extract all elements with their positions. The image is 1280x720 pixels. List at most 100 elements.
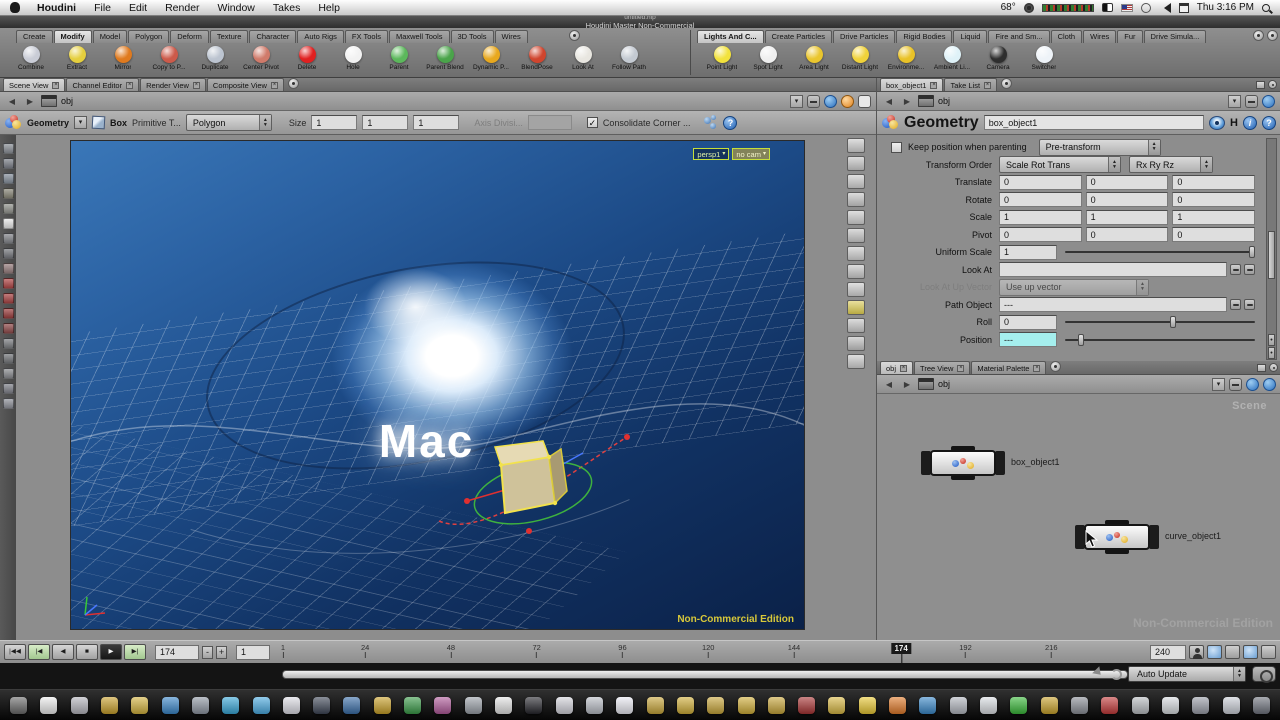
viewport-control-icon[interactable]	[847, 174, 865, 189]
shelf-tab[interactable]: 3D Tools	[451, 30, 494, 43]
shelf-tab[interactable]: Lights And C...	[697, 30, 764, 43]
pane-tab[interactable]: Composite View	[207, 78, 284, 91]
viewport-tool-icon[interactable]	[3, 143, 14, 154]
shelf-tool[interactable]: Duplicate	[192, 44, 238, 71]
dock-app-icon[interactable]	[101, 697, 118, 714]
tab-close-icon[interactable]	[984, 82, 991, 89]
shelf-tool[interactable]: Ambient Li...	[929, 44, 975, 71]
dock-app-icon[interactable]	[343, 697, 360, 714]
dock-app-icon[interactable]	[10, 697, 27, 714]
scroll-down-icon[interactable]	[1268, 334, 1275, 346]
shelf-tool[interactable]: Distant Light	[837, 44, 883, 71]
scrollbar-thumb[interactable]	[1268, 231, 1275, 279]
params-scrollbar[interactable]	[1266, 138, 1277, 360]
scale-y-field[interactable]: 1	[1086, 210, 1169, 225]
keep-position-checkbox[interactable]	[891, 142, 902, 153]
viewport-tool-icon[interactable]	[3, 218, 14, 229]
size-x-field[interactable]: 1	[311, 115, 357, 130]
dock-app-icon[interactable]	[980, 697, 997, 714]
shelf-tool[interactable]: Dynamic P...	[468, 44, 514, 71]
houdini-handle-button[interactable]: H	[1230, 117, 1238, 129]
menu-item[interactable]: Takes	[264, 2, 309, 14]
pane-tab[interactable]: Tree View	[914, 361, 970, 374]
pose-icon[interactable]	[1189, 645, 1204, 659]
path-dropdown-icon[interactable]	[790, 95, 803, 108]
tab-close-icon[interactable]	[957, 365, 964, 372]
dock-app-icon[interactable]	[434, 697, 451, 714]
network-editor-canvas[interactable]: Scene Non-Commercial Edition box_object1	[877, 394, 1280, 640]
pane-tab[interactable]: Scene View	[3, 78, 65, 91]
tab-close-icon[interactable]	[271, 82, 278, 89]
viewport-tool-icon[interactable]	[3, 248, 14, 259]
current-frame-field[interactable]: 174	[155, 645, 199, 660]
input-language-flag-icon[interactable]	[1121, 4, 1133, 12]
scroll-down-icon[interactable]	[1268, 347, 1275, 359]
menu-item[interactable]: File	[85, 2, 120, 14]
playback-button[interactable]: ◀	[52, 644, 74, 660]
viewport-tool-icon[interactable]	[3, 233, 14, 244]
consolidate-checkbox[interactable]	[587, 117, 598, 128]
viewport-control-icon[interactable]	[847, 282, 865, 297]
playback-mode-icon[interactable]	[1207, 645, 1222, 659]
maximize-pane-icon[interactable]	[1256, 81, 1265, 89]
shelf-tool[interactable]: Parent	[376, 44, 422, 71]
viewport-tool-icon[interactable]	[3, 323, 14, 334]
shelf-tool[interactable]: Extract	[54, 44, 100, 71]
size-y-field[interactable]: 1	[362, 115, 408, 130]
linked-icon[interactable]	[1262, 95, 1275, 108]
viewport-tool-icon[interactable]	[3, 278, 14, 289]
shelf-add-tab-button[interactable]	[569, 30, 580, 41]
camera-nocam-chip[interactable]: no cam	[732, 148, 770, 160]
network-node[interactable]: box_object1	[921, 450, 1005, 476]
pane-tab[interactable]: Render View	[140, 78, 206, 91]
realtime-toggle-icon[interactable]	[1243, 645, 1258, 659]
dock-app-icon[interactable]	[1132, 697, 1149, 714]
scale-x-field[interactable]: 1	[999, 210, 1082, 225]
dock-app-icon[interactable]	[283, 697, 300, 714]
path-breadcrumb[interactable]: obj	[61, 96, 73, 106]
range-end-field[interactable]: 240	[1150, 645, 1186, 660]
shelf-tab[interactable]: Modify	[54, 30, 92, 43]
rotate-z-field[interactable]: 0	[1172, 192, 1255, 207]
dock-app-icon[interactable]	[828, 697, 845, 714]
display-options-orange-icon[interactable]	[841, 95, 854, 108]
dock-app-icon[interactable]	[889, 697, 906, 714]
roll-slider[interactable]	[1065, 315, 1255, 329]
nav-forward-icon[interactable]	[23, 95, 37, 108]
rotate-y-field[interactable]: 0	[1086, 192, 1169, 207]
shelf-tab[interactable]: Maxwell Tools	[389, 30, 450, 43]
node-name-field[interactable]: box_object1	[984, 115, 1204, 130]
selected-box-gizmo[interactable]	[431, 403, 641, 553]
dropdown-stepper-icon[interactable]	[1233, 667, 1245, 681]
shelf-tab[interactable]: Texture	[210, 30, 249, 43]
scale-z-field[interactable]: 1	[1172, 210, 1255, 225]
dropdown-stepper-icon[interactable]	[1148, 140, 1160, 155]
dock-app-icon[interactable]	[1010, 697, 1027, 714]
dock-app-icon[interactable]	[71, 697, 88, 714]
shelf-tab[interactable]: Rigid Bodies	[896, 30, 952, 43]
shelf-tab[interactable]: Create	[16, 30, 53, 43]
shelf-tool[interactable]: Look At	[560, 44, 606, 71]
dock-app-icon[interactable]	[919, 697, 936, 714]
dock-app-icon[interactable]	[1071, 697, 1088, 714]
camera-persp-chip[interactable]: persp1	[693, 148, 729, 160]
size-z-field[interactable]: 1	[413, 115, 459, 130]
playback-button[interactable]: ▶	[100, 644, 122, 660]
dropdown-stepper-icon[interactable]	[1108, 157, 1120, 172]
op-select-icon[interactable]	[1244, 299, 1255, 310]
shelf-tab[interactable]: Auto Rigs	[297, 30, 344, 43]
auto-update-select[interactable]: Auto Update	[1128, 666, 1246, 682]
help-icon[interactable]	[1262, 116, 1276, 130]
tab-close-icon[interactable]	[126, 82, 133, 89]
gear-icon[interactable]	[1024, 3, 1034, 13]
shelf-tab[interactable]: Cloth	[1051, 30, 1083, 43]
shelf-tool[interactable]: Point Light	[699, 44, 745, 71]
timeline-ruler[interactable]: 174 124487296120144192216	[283, 643, 1137, 662]
viewport-tool-icon[interactable]	[3, 173, 14, 184]
dock-app-icon[interactable]	[495, 697, 512, 714]
linked-icon[interactable]	[1246, 378, 1259, 391]
current-frame-marker[interactable]: 174	[891, 643, 910, 654]
position-slider[interactable]	[1065, 333, 1255, 347]
dock-app-icon[interactable]	[1253, 697, 1270, 714]
menu-item[interactable]: Help	[309, 2, 349, 14]
